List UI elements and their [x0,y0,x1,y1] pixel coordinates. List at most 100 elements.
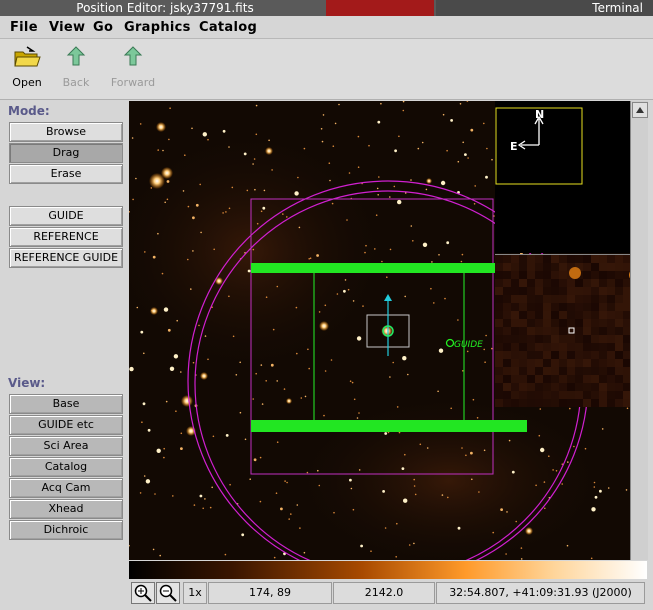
star [356,417,359,419]
star [318,484,321,487]
star [410,225,413,227]
magnified-pixel [607,303,615,311]
star [286,216,288,218]
magnified-pixel [519,271,527,279]
star [346,219,348,221]
guide-button[interactable]: GUIDE [9,206,123,226]
back-button[interactable]: Back [56,45,96,89]
star [601,428,604,430]
star [413,485,416,487]
star [256,222,259,225]
magnified-pixel [599,359,607,367]
star [421,141,424,144]
magnified-pixel [583,383,591,391]
magnified-pixel [607,319,615,327]
star [253,458,257,462]
reference-button[interactable]: REFERENCE [9,227,123,247]
bright-star [161,167,173,179]
star [548,455,550,458]
magnified-pixel [591,279,599,287]
view-sci-area-toggle[interactable]: Sci Area [9,436,123,456]
magnified-pixel [543,303,551,311]
star [330,359,333,361]
star [438,348,444,353]
magnified-pixel [615,303,623,311]
magnified-pixel [567,367,575,375]
magnified-pixel [607,295,615,303]
magnified-pixel [583,255,591,263]
view-base-toggle[interactable]: Base [9,394,123,414]
zoom-out-button[interactable] [156,582,180,604]
view-acq-cam-toggle[interactable]: Acq Cam [9,478,123,498]
magnified-pixel [511,279,519,287]
menu-view[interactable]: View [49,20,85,35]
magnified-pixel [519,287,527,295]
menu-go[interactable]: Go [93,20,113,35]
magnified-pixel [615,295,623,303]
forward-button[interactable]: Forward [106,45,160,89]
open-label: Open [12,76,42,89]
magnified-pixel [543,287,551,295]
star [403,498,408,503]
star [152,255,156,259]
view-catalog-toggle[interactable]: Catalog [9,457,123,477]
image-canvas[interactable]: GUIDE N E [129,101,647,560]
star [136,306,139,309]
star [470,128,474,132]
zoom-out-icon [159,584,177,602]
magnified-pixel [559,287,567,295]
left-panel: Mode: Browse Drag Erase GUIDE REFERENCE … [0,100,128,610]
bright-star [286,398,292,404]
magnified-pixel [535,271,543,279]
vertical-scrollbar[interactable] [630,101,648,560]
magnified-pixel [495,263,503,271]
star [380,102,382,105]
menu-catalog[interactable]: Catalog [199,20,257,35]
terminal-window-label[interactable]: Terminal [592,1,643,15]
magnified-pixel [591,399,599,407]
magnified-pixel [543,391,551,399]
star [260,210,263,213]
star [384,432,388,435]
pan-panel[interactable]: N E [495,101,647,253]
menu-file[interactable]: File [10,20,38,35]
magnified-pixel [559,335,567,343]
star [144,251,146,253]
star [247,269,251,273]
reference-guide-button[interactable]: REFERENCE GUIDE [9,248,123,268]
magnified-pixel [495,351,503,359]
star [492,531,495,534]
magnified-pixel [495,279,503,287]
view-xhead-toggle[interactable]: Xhead [9,499,123,519]
erase-mode-button[interactable]: Erase [9,164,123,184]
star [202,507,204,510]
colorbar[interactable] [129,561,647,579]
magnifier-panel [495,254,647,407]
magnified-pixel [607,287,615,295]
open-button[interactable]: Open [8,45,46,89]
drag-mode-button[interactable]: Drag [9,143,123,163]
star [593,481,596,484]
menu-graphics[interactable]: Graphics [124,20,191,35]
magnified-pixel [551,255,559,263]
star [271,169,273,171]
view-dichroic-toggle[interactable]: Dichroic [9,520,123,540]
star [140,330,144,334]
star [384,527,387,529]
star [412,240,414,242]
magnified-pixel [527,295,535,303]
star [263,189,266,192]
magnified-pixel [543,279,551,287]
magnified-pixel [599,335,607,343]
magnified-pixel [559,367,567,375]
browse-mode-button[interactable]: Browse [9,122,123,142]
star [402,356,407,361]
taskbar-active-segment[interactable] [326,0,434,16]
star [485,334,487,337]
zoom-in-button[interactable] [131,582,155,604]
star [195,203,199,207]
scroll-up-button[interactable] [632,102,648,118]
magnified-pixel [527,335,535,343]
magnified-pixel [527,255,535,263]
view-guide-etc-toggle[interactable]: GUIDE etc [9,415,123,435]
